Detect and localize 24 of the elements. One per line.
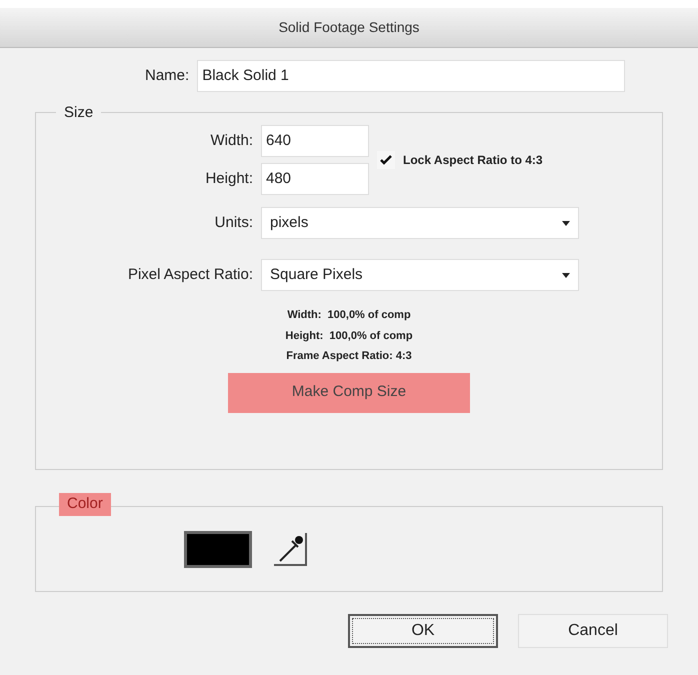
checkbox[interactable]	[377, 151, 395, 169]
caret-icon	[562, 272, 570, 278]
checkbox-label: Lock Aspect Ratio to 4:3	[403, 152, 543, 169]
info-text: Width: 100,0% of comp	[287, 308, 411, 323]
text-field[interactable]: 640	[261, 125, 369, 157]
info-text: Height: 100,0% of comp	[285, 328, 413, 344]
dropdown[interactable]: pixels	[261, 207, 579, 239]
eyedropper-icon[interactable]	[272, 531, 308, 567]
dialog-button[interactable]: OK	[348, 614, 498, 648]
field-label: Height:	[204, 168, 254, 189]
field-label: Pixel Aspect Ratio:	[126, 264, 254, 285]
field-label: Units:	[214, 212, 254, 233]
caret-icon	[562, 220, 570, 226]
info-text: Frame Aspect Ratio: 4:3	[286, 349, 412, 364]
color-swatch[interactable]	[184, 530, 252, 568]
text-field[interactable]: 480	[261, 163, 369, 195]
dialog-button[interactable]: Cancel	[518, 614, 668, 648]
dropdown[interactable]: Square Pixels	[261, 259, 579, 291]
field-label: Width:	[209, 130, 254, 151]
make-comp-size-button[interactable]: Make Comp Size	[228, 372, 470, 412]
name-field[interactable]: Black Solid 1	[197, 60, 626, 92]
checkmark-icon	[380, 155, 392, 165]
group-legend: Color	[59, 493, 111, 516]
field-label: Name:	[145, 66, 190, 86]
